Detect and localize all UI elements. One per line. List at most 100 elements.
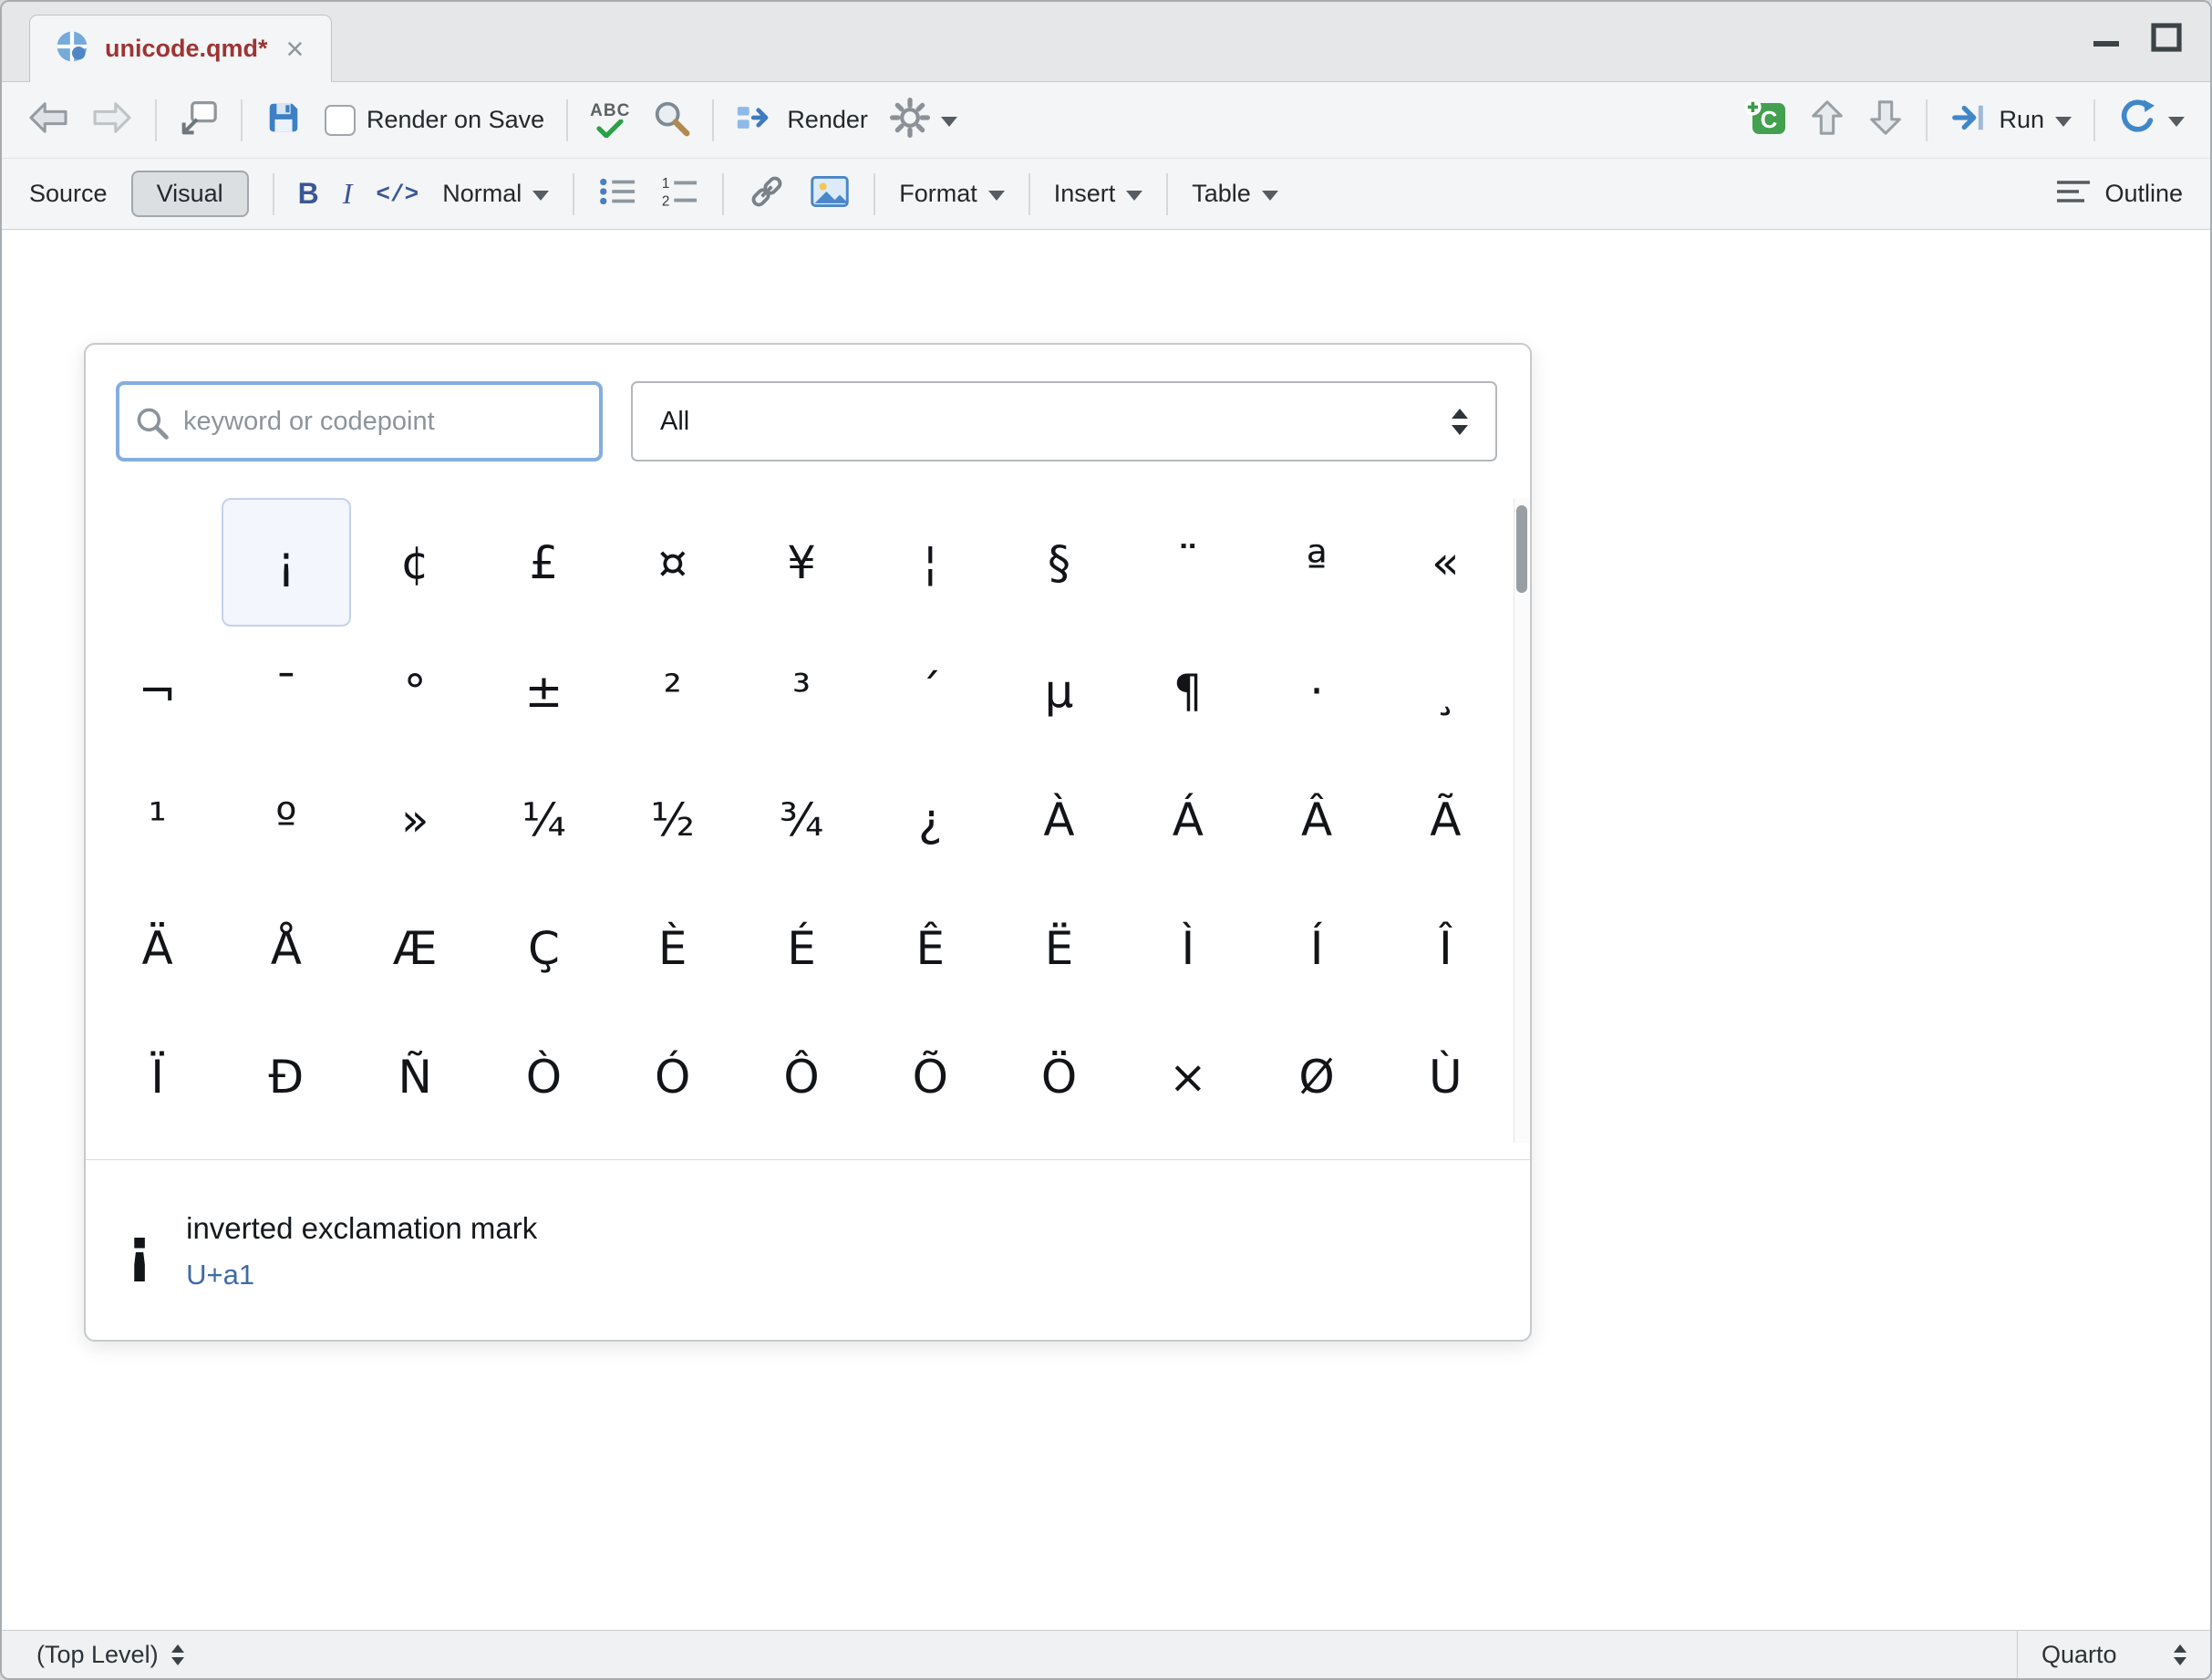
visual-mode-button[interactable]: Visual (131, 171, 249, 217)
character-cell[interactable]: Õ (866, 1012, 995, 1141)
character-cell[interactable]: Æ (351, 884, 480, 1012)
character-cell[interactable]: ½ (608, 755, 737, 884)
forward-icon[interactable] (91, 100, 133, 140)
inline-code-button[interactable]: </> (376, 181, 419, 208)
find-icon[interactable] (652, 99, 690, 141)
character-cell[interactable]: Î (1381, 884, 1510, 1012)
image-icon[interactable] (810, 174, 850, 213)
character-cell[interactable]: Â (1252, 755, 1380, 884)
character-cell[interactable]: ³ (737, 627, 865, 755)
character-cell[interactable]: µ (995, 627, 1123, 755)
symbol-category-select[interactable]: All (631, 381, 1497, 461)
render-options-button[interactable] (890, 98, 957, 142)
character-cell[interactable]: · (1252, 627, 1380, 755)
render-button[interactable]: Render (736, 100, 868, 140)
minimize-pane-icon[interactable] (2088, 22, 2124, 57)
character-cell[interactable]: » (351, 755, 480, 884)
tab-close-icon[interactable]: × (283, 34, 308, 65)
character-cell[interactable]: ° (351, 627, 480, 755)
render-on-save-control[interactable]: Render on Save (325, 105, 544, 136)
chevron-down-icon (2055, 117, 2072, 127)
character-cell[interactable]: Ë (995, 884, 1123, 1012)
link-icon[interactable] (748, 172, 786, 215)
character-cell[interactable]: § (995, 498, 1123, 627)
character-cell[interactable]: ¹ (93, 755, 222, 884)
character-cell[interactable]: ¢ (351, 498, 480, 627)
character-cell[interactable]: É (737, 884, 865, 1012)
spellcheck-icon[interactable]: ABC (590, 102, 630, 138)
scope-selector[interactable]: (Top Level) (2, 1641, 184, 1669)
character-cell[interactable]: Á (1123, 755, 1252, 884)
character-cell[interactable]: ¾ (737, 755, 865, 884)
back-icon[interactable] (27, 100, 69, 140)
character-cell[interactable]: Ö (995, 1012, 1123, 1141)
character-cell[interactable]: ¶ (1123, 627, 1252, 755)
maximize-pane-icon[interactable] (2148, 22, 2185, 57)
character-cell[interactable]: Ï (93, 1012, 222, 1141)
character-cell[interactable]: Å (222, 884, 350, 1012)
italic-button[interactable]: I (343, 177, 353, 211)
save-icon[interactable] (264, 99, 303, 141)
character-cell[interactable]: ¤ (608, 498, 737, 627)
bold-button[interactable]: B (298, 177, 319, 211)
bullet-list-icon[interactable] (598, 175, 636, 213)
character-cell[interactable]: × (1123, 1012, 1252, 1141)
character-cell[interactable]: ² (608, 627, 737, 755)
character-cell[interactable]: ¸ (1381, 627, 1510, 755)
outline-toggle[interactable]: Outline (2055, 178, 2183, 210)
character-cell[interactable]: Ê (866, 884, 995, 1012)
run-button[interactable]: Run (1949, 100, 2072, 140)
character-cell[interactable] (93, 498, 222, 627)
jump-down-icon[interactable] (1867, 99, 1904, 141)
jump-up-icon[interactable] (1809, 99, 1845, 141)
source-rerun-button[interactable] (2117, 98, 2185, 142)
character-cell[interactable]: Ã (1381, 755, 1510, 884)
character-cell[interactable]: ¯ (222, 627, 350, 755)
editor-canvas[interactable]: All ¡¢£¤¥¦§¨ª« ¬¯°±²³´µ¶·¸ ¹º»¼½¾¿ÀÁÂÃ ÄÅÆÇ… (2, 230, 2210, 1630)
character-cell[interactable]: ¬ (93, 627, 222, 755)
open-in-new-window-icon[interactable] (179, 99, 219, 140)
character-cell[interactable]: « (1381, 498, 1510, 627)
character-cell[interactable]: ¼ (480, 755, 608, 884)
character-cell[interactable]: ´ (866, 627, 995, 755)
character-cell[interactable]: È (608, 884, 737, 1012)
character-cell[interactable]: Ç (480, 884, 608, 1012)
character-cell[interactable]: ¦ (866, 498, 995, 627)
table-menu[interactable]: Table (1192, 180, 1278, 208)
separator (1926, 99, 1928, 141)
scrollbar-track[interactable] (1514, 498, 1529, 1143)
character-cell[interactable]: Ô (737, 1012, 865, 1141)
separator (566, 99, 568, 141)
character-cell[interactable]: Ù (1381, 1012, 1510, 1141)
character-cell[interactable]: Ò (480, 1012, 608, 1141)
character-cell[interactable]: ª (1252, 498, 1380, 627)
character-cell[interactable]: À (995, 755, 1123, 884)
document-format-selector[interactable]: Quarto (2017, 1631, 2210, 1678)
character-cell[interactable]: Ñ (351, 1012, 480, 1141)
scrollbar-thumb[interactable] (1516, 505, 1527, 593)
character-cell[interactable]: £ (480, 498, 608, 627)
editor-tab-unicode-qmd[interactable]: unicode.qmd* × (29, 15, 332, 82)
insert-chunk-icon[interactable]: C (1743, 98, 1787, 142)
render-on-save-checkbox[interactable] (325, 105, 356, 136)
character-cell[interactable]: Ó (608, 1012, 737, 1141)
character-cell[interactable]: ¨ (1123, 498, 1252, 627)
character-cell[interactable]: Í (1252, 884, 1380, 1012)
character-cell[interactable]: ¿ (866, 755, 995, 884)
character-cell[interactable]: Ð (222, 1012, 350, 1141)
format-menu[interactable]: Format (899, 180, 1005, 208)
insert-menu[interactable]: Insert (1054, 180, 1143, 208)
numbered-list-icon[interactable]: 1 2 (660, 175, 698, 213)
symbol-search-input[interactable] (119, 385, 599, 458)
character-cell[interactable]: ± (480, 627, 608, 755)
character-cell[interactable]: Ä (93, 884, 222, 1012)
character-cell[interactable]: ¥ (737, 498, 865, 627)
source-mode-button[interactable]: Source (29, 180, 108, 208)
character-cell[interactable]: º (222, 755, 350, 884)
character-cell-selected[interactable]: ¡ (222, 498, 350, 627)
paragraph-style-dropdown[interactable]: Normal (442, 180, 549, 208)
character-cell[interactable]: Ø (1252, 1012, 1380, 1141)
svg-text:C: C (1761, 106, 1778, 133)
character-cell[interactable]: Ì (1123, 884, 1252, 1012)
separator (241, 99, 243, 141)
